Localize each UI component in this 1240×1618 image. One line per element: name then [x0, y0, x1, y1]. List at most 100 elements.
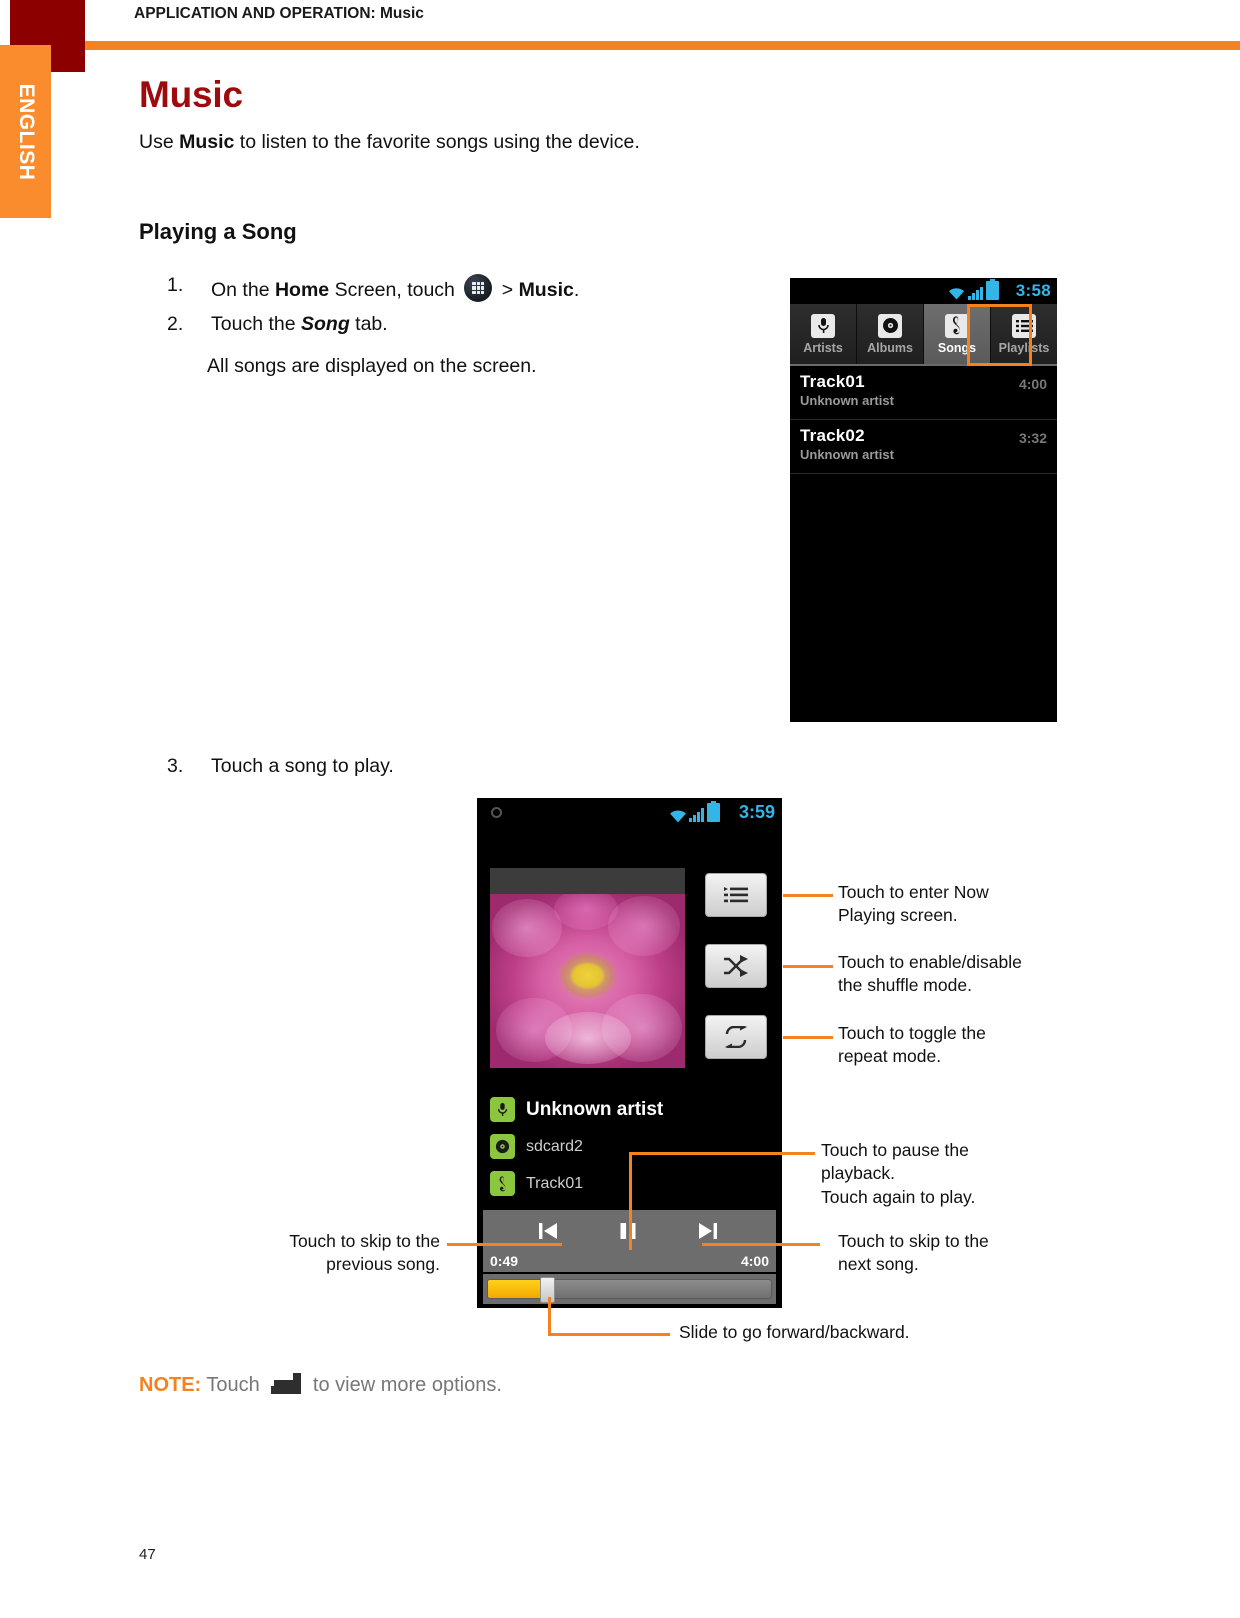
callout-repeat-line1: Touch to toggle the [838, 1023, 986, 1043]
callout-pause-line1: Touch to pause the [821, 1140, 969, 1160]
status-time: 3:58 [1015, 281, 1051, 300]
step-3: 3. Touch a song to play. [167, 755, 727, 783]
tab-artists[interactable]: Artists [790, 304, 857, 364]
tab-albums[interactable]: Albums [857, 304, 924, 364]
section-heading: Playing a Song [139, 219, 297, 244]
song-title: Track02 [800, 426, 865, 445]
step-1-text: On the Home Screen, touch > Music. [211, 274, 579, 302]
battery-icon [986, 279, 999, 300]
now-playing-button[interactable] [705, 873, 767, 917]
now-playing-list-icon [724, 886, 748, 904]
pause-icon [618, 1221, 638, 1241]
intro-paragraph: Use Music to listen to the favorite song… [139, 131, 640, 154]
album-art [490, 868, 685, 1068]
note-pre: Touch [201, 1374, 266, 1396]
callout-repeat-line2: repeat mode. [838, 1046, 942, 1067]
wifi-icon [669, 808, 686, 823]
step-1-bold-home: Home [274, 279, 330, 301]
language-tab-label: ENGLISH [14, 83, 38, 180]
callout-shuffle-line2: the shuffle mode. [838, 975, 972, 996]
step-2-number: 2. [167, 313, 184, 335]
callout-pause-line2: playback. [821, 1163, 895, 1184]
next-icon [697, 1221, 719, 1241]
menu-icon [271, 1373, 302, 1395]
total-time: 4:00 [740, 1253, 769, 1269]
tab-artists-label: Artists [803, 340, 843, 355]
song-duration: 4:00 [1018, 376, 1047, 392]
repeat-button[interactable] [705, 1015, 767, 1059]
intro-suffix: to listen to the favorite songs using th… [234, 131, 640, 153]
callout-now-playing-line1: Touch to enter Now [838, 882, 989, 902]
callout-pause-line3: Touch again to play. [821, 1186, 976, 1207]
callout-repeat: Touch to toggle the repeat mode. [838, 1022, 986, 1069]
step-1-post: > [496, 279, 519, 301]
microphone-icon [811, 313, 835, 338]
phone-screenshot-songs-list: 3:58 Artists Albums Songs Playlists Trac… [790, 278, 1057, 722]
step-2-pre: Touch the [211, 313, 301, 335]
step-1-mid: Screen, touch [329, 279, 461, 301]
step-2-substep: All songs are displayed on the screen. [207, 355, 537, 377]
callout-previous: Touch to skip to the previous song. [170, 1230, 440, 1277]
status-bar: 3:59 [477, 798, 782, 828]
callout-next-line1: Touch to skip to the [838, 1231, 989, 1251]
status-time: 3:59 [738, 802, 775, 822]
notification-icon [491, 807, 502, 818]
callout-now-playing: Touch to enter Now Playing screen. [838, 881, 989, 928]
step-2-song-tab: Song [300, 313, 350, 335]
shuffle-icon [723, 955, 749, 977]
album-art-top-bar [490, 868, 685, 894]
leader-now-playing [783, 894, 833, 897]
intro-prefix: Use [139, 131, 180, 153]
callout-previous-line2: previous song. [326, 1254, 440, 1275]
callout-previous-line1: Touch to skip to the [289, 1231, 440, 1251]
callout-next: Touch to skip to the next song. [838, 1230, 989, 1277]
previous-button[interactable] [531, 1218, 565, 1244]
status-icons [669, 801, 720, 823]
previous-icon [537, 1221, 559, 1241]
table-row[interactable]: Track01 Unknown artist 4:00 [790, 366, 1057, 420]
treble-clef-icon [490, 1171, 515, 1196]
breadcrumb: APPLICATION AND OPERATION: Music [134, 5, 424, 23]
leader-previous [447, 1243, 562, 1246]
microphone-icon [490, 1097, 515, 1122]
status-bar: 3:58 [790, 278, 1057, 304]
song-artist: Unknown artist [800, 447, 894, 462]
disc-icon [878, 313, 902, 338]
note-label: NOTE: [139, 1374, 202, 1396]
step-2: 2. Touch the Song tab. [167, 313, 727, 341]
step-1-pre: On the [211, 279, 275, 301]
step-3-text: Touch a song to play. [211, 755, 394, 777]
album-name: sdcard2 [526, 1137, 583, 1155]
table-row[interactable]: Track02 Unknown artist 3:32 [790, 420, 1057, 474]
shuffle-button[interactable] [705, 944, 767, 988]
seek-bar-area [483, 1274, 776, 1304]
leader-shuffle [783, 965, 833, 968]
play-pause-button[interactable] [611, 1218, 645, 1244]
leader-slider-vertical [548, 1297, 551, 1335]
song-duration: 3:32 [1018, 430, 1047, 446]
list-item[interactable]: Unknown artist [490, 1091, 770, 1128]
signal-icon [968, 286, 983, 300]
seek-progress-fill [488, 1280, 545, 1298]
leader-pause-vertical [629, 1152, 632, 1250]
track-name: Track01 [526, 1174, 584, 1192]
callout-slider: Slide to go forward/backward. [679, 1322, 910, 1342]
page-number: 47 [139, 1546, 156, 1563]
callout-next-line2: next song. [838, 1254, 919, 1275]
callout-shuffle-line1: Touch to enable/disable [838, 952, 1022, 972]
songs-tab-highlight [967, 304, 1032, 366]
seek-slider[interactable] [487, 1277, 772, 1303]
intro-bold: Music [179, 131, 235, 153]
song-title: Track01 [800, 372, 865, 391]
language-tab: ENGLISH [0, 45, 51, 218]
repeat-icon [723, 1026, 749, 1048]
step-1-bold-music: Music [518, 279, 574, 301]
step-3-number: 3. [167, 755, 184, 777]
page-title: Music [139, 74, 243, 115]
artist-name: Unknown artist [526, 1098, 664, 1120]
elapsed-time: 0:49 [490, 1253, 519, 1269]
next-button[interactable] [691, 1218, 725, 1244]
step-2-post: tab. [349, 313, 388, 335]
leader-next [702, 1243, 820, 1246]
callout-now-playing-line2: Playing screen. [838, 905, 958, 926]
